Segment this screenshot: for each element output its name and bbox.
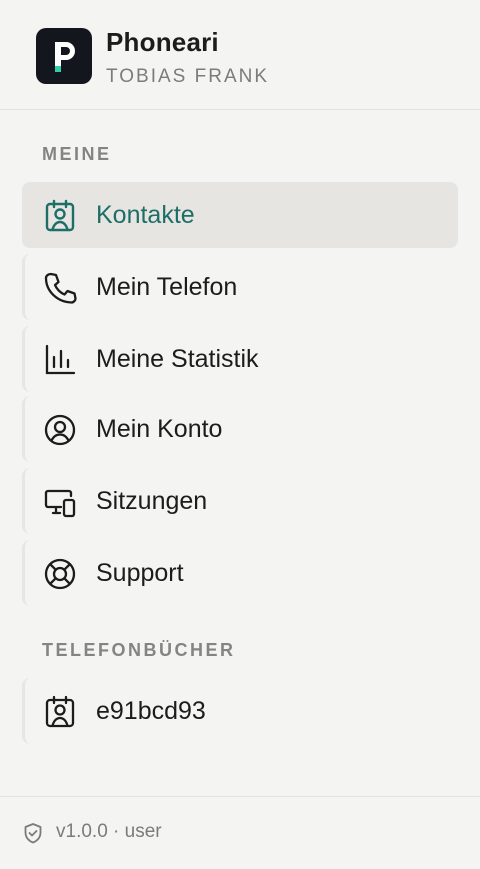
devices-icon xyxy=(44,489,76,518)
nav-label-meine-statistik: Meine Statistik xyxy=(96,345,259,373)
sidebar-footer: v1.0.0 · user xyxy=(0,796,480,869)
nav-label-kontakte: Kontakte xyxy=(96,201,195,229)
app-name: Phoneari xyxy=(106,27,219,57)
version-info: v1.0.0 · user xyxy=(56,821,162,842)
user-name: TOBIAS FRANK xyxy=(106,66,270,87)
user-circle-icon xyxy=(44,414,76,446)
app-logo[interactable] xyxy=(36,28,92,84)
contact-book-icon xyxy=(45,199,75,232)
phone-icon xyxy=(44,272,77,304)
lifebuoy-icon xyxy=(44,558,76,590)
section-label-meine: MEINE xyxy=(42,144,112,164)
phonebook-label: e91bcd93 xyxy=(96,697,206,725)
nav-item-mein-telefon[interactable]: Mein Telefon xyxy=(22,254,458,320)
phonebook-item[interactable]: e91bcd93 xyxy=(22,678,458,744)
nav-label-support: Support xyxy=(96,559,184,587)
sidebar-header: Phoneari TOBIAS FRANK xyxy=(0,0,480,110)
nav-item-sitzungen[interactable]: Sitzungen xyxy=(22,468,458,534)
nav-item-mein-konto[interactable]: Mein Konto xyxy=(22,396,458,462)
nav-item-support[interactable]: Support xyxy=(22,540,458,606)
nav-item-meine-statistik[interactable]: Meine Statistik xyxy=(22,326,458,392)
logo-p-icon xyxy=(55,42,75,72)
section-label-telefonbuecher: TELEFONBÜCHER xyxy=(42,640,236,660)
bar-chart-icon xyxy=(45,344,76,375)
nav-label-sitzungen: Sitzungen xyxy=(96,487,208,515)
nav-item-kontakte[interactable]: Kontakte xyxy=(22,182,458,248)
nav-label-mein-telefon: Mein Telefon xyxy=(96,273,238,301)
shield-check-icon xyxy=(24,823,42,844)
nav-label-mein-konto: Mein Konto xyxy=(96,415,223,443)
contact-book-icon xyxy=(45,695,75,728)
